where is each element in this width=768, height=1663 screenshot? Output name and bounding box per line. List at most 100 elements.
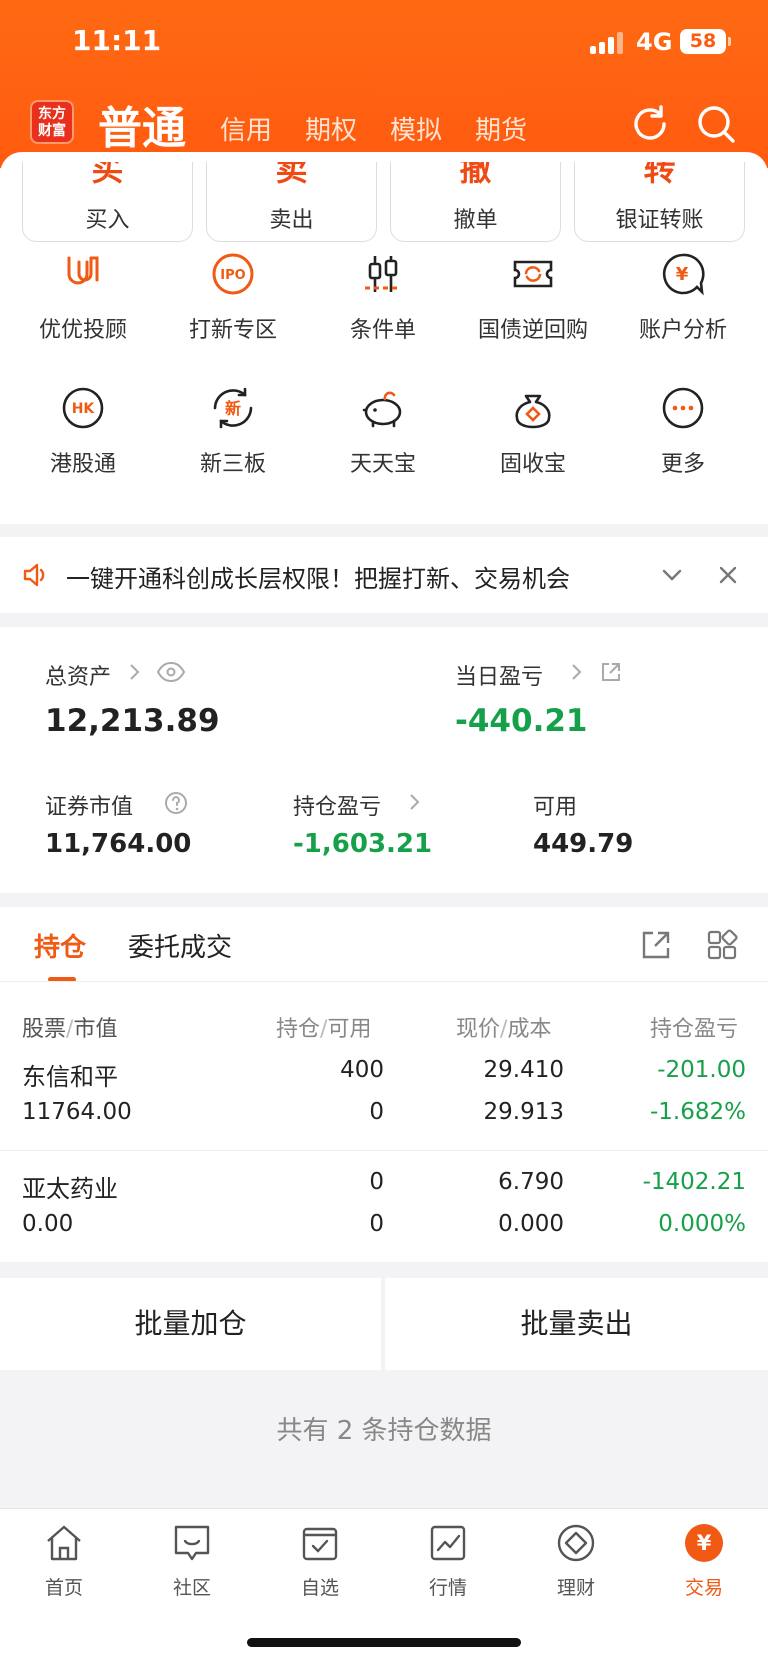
tab-futures[interactable]: 期货 bbox=[475, 110, 527, 147]
func-tiantianbao[interactable]: 天天宝 bbox=[308, 386, 458, 496]
svg-text:¥: ¥ bbox=[676, 264, 689, 285]
account-type-nav: 东方 财富 普通 信用 期权 模拟 期货 bbox=[0, 88, 768, 158]
new-board-icon: 新 bbox=[211, 386, 255, 430]
func-new-third-board[interactable]: 新 新三板 bbox=[158, 386, 308, 496]
svg-text:¥: ¥ bbox=[697, 1531, 712, 1555]
quick-actions-card: 买 买入 卖 卖出 撤 撤单 转 银证转账 优优投顾 IPO 打新专区 条件单 … bbox=[0, 152, 768, 524]
ipo-icon: IPO bbox=[211, 252, 255, 296]
market-icon bbox=[428, 1523, 468, 1563]
stock-market-value: 0.00 bbox=[22, 1211, 74, 1237]
cancel-order-button[interactable]: 撤 撤单 bbox=[390, 162, 561, 242]
divider bbox=[0, 981, 768, 982]
close-icon[interactable] bbox=[716, 563, 740, 587]
stock-price: 29.410 bbox=[483, 1057, 564, 1083]
battery-icon: 58 bbox=[680, 29, 731, 54]
stock-market-value: 11764.00 bbox=[22, 1099, 132, 1125]
chevron-right-icon[interactable] bbox=[128, 663, 142, 681]
stock-available: 0 bbox=[369, 1099, 384, 1125]
stock-pl: -201.00 bbox=[657, 1057, 746, 1083]
stock-pl: -1402.21 bbox=[642, 1169, 746, 1195]
stock-position: 400 bbox=[340, 1057, 384, 1083]
chevron-down-icon[interactable] bbox=[660, 563, 684, 587]
external-link-icon[interactable] bbox=[640, 929, 672, 961]
status-time: 11:11 bbox=[72, 24, 162, 57]
candlestick-icon bbox=[361, 252, 405, 296]
svg-text:新: 新 bbox=[225, 399, 241, 418]
youyou-icon bbox=[61, 252, 105, 296]
tab-simulate[interactable]: 模拟 bbox=[390, 110, 442, 147]
tab-market[interactable]: 行情 bbox=[384, 1523, 512, 1613]
repo-ticket-icon bbox=[511, 252, 555, 296]
available-value: 449.79 bbox=[533, 829, 634, 859]
tab-orders-trades[interactable]: 委托成交 bbox=[128, 927, 232, 964]
func-account-analysis[interactable]: ¥ 账户分析 bbox=[608, 252, 758, 362]
func-treasury-repo[interactable]: 国债逆回购 bbox=[458, 252, 608, 362]
total-assets-label[interactable]: 总资产 bbox=[45, 659, 111, 691]
wealth-icon bbox=[556, 1523, 596, 1563]
tab-normal[interactable]: 普通 bbox=[98, 92, 186, 156]
col-position[interactable]: 持仓/可用 bbox=[276, 1011, 371, 1043]
tab-home[interactable]: 首页 bbox=[0, 1523, 128, 1613]
tab-options[interactable]: 期权 bbox=[305, 110, 357, 147]
daily-pl-value: -440.21 bbox=[455, 703, 588, 739]
money-bag-icon bbox=[511, 386, 555, 430]
sell-button[interactable]: 卖 卖出 bbox=[206, 162, 377, 242]
batch-sell-button[interactable]: 批量卖出 bbox=[385, 1278, 768, 1370]
help-icon[interactable] bbox=[164, 791, 188, 815]
status-bar: 11:11 4G 58 bbox=[0, 0, 768, 84]
eye-icon[interactable] bbox=[156, 661, 186, 683]
chevron-right-icon[interactable] bbox=[408, 793, 422, 811]
tab-community[interactable]: 社区 bbox=[128, 1523, 256, 1613]
stock-name: 亚太药业 bbox=[22, 1175, 118, 1203]
chevron-right-icon[interactable] bbox=[570, 663, 584, 681]
func-hk-connect[interactable]: HK 港股通 bbox=[8, 386, 158, 496]
holdings-panel: 持仓 委托成交 股票/市值 持仓/可用 现价/成本 持仓盈亏 东信和平 1176… bbox=[0, 907, 768, 1262]
search-icon[interactable] bbox=[694, 102, 738, 146]
batch-add-button[interactable]: 批量加仓 bbox=[0, 1278, 381, 1370]
app-header: 11:11 4G 58 东方 财富 普通 信用 期权 模拟 期货 bbox=[0, 0, 768, 168]
tab-watchlist[interactable]: 自选 bbox=[256, 1523, 384, 1613]
assets-summary: 总资产 12,213.89 当日盈亏 -440.21 证券市值 11,764.0… bbox=[0, 627, 768, 893]
buy-button[interactable]: 买 买入 bbox=[22, 162, 193, 242]
col-stock[interactable]: 股票/市值 bbox=[22, 1011, 117, 1043]
notice-text[interactable]: 一键开通科创成长层权限！把握打新、交易机会 bbox=[66, 559, 570, 594]
tab-positions[interactable]: 持仓 bbox=[34, 927, 86, 964]
share-icon[interactable] bbox=[600, 661, 622, 683]
stock-position: 0 bbox=[369, 1169, 384, 1195]
trade-yuan-icon: ¥ bbox=[684, 1523, 724, 1563]
stock-cost: 0.000 bbox=[498, 1211, 564, 1237]
bank-transfer-button[interactable]: 转 银证转账 bbox=[574, 162, 745, 242]
func-more[interactable]: 更多 bbox=[608, 386, 758, 496]
func-gushoubao[interactable]: 固收宝 bbox=[458, 386, 608, 496]
stock-name: 东信和平 bbox=[22, 1063, 118, 1091]
col-price[interactable]: 现价/成本 bbox=[456, 1011, 551, 1043]
tab-wealth[interactable]: 理财 bbox=[512, 1523, 640, 1613]
refresh-icon[interactable] bbox=[628, 102, 672, 146]
home-indicator[interactable] bbox=[247, 1638, 521, 1647]
notice-bar[interactable]: 一键开通科创成长层权限！把握打新、交易机会 bbox=[0, 537, 768, 613]
position-pl-label[interactable]: 持仓盈亏 bbox=[293, 789, 381, 821]
speaker-icon bbox=[22, 561, 50, 589]
tab-credit[interactable]: 信用 bbox=[220, 110, 272, 147]
total-assets-value: 12,213.89 bbox=[45, 703, 220, 739]
func-conditional-order[interactable]: 条件单 bbox=[308, 252, 458, 362]
app-logo: 东方 财富 bbox=[30, 100, 74, 144]
col-pl[interactable]: 持仓盈亏 bbox=[650, 1011, 768, 1043]
more-icon bbox=[661, 386, 705, 430]
stock-pl-pct: -1.682% bbox=[650, 1099, 746, 1125]
position-pl-value: -1,603.21 bbox=[293, 829, 433, 859]
yuan-chat-icon: ¥ bbox=[661, 252, 705, 296]
hk-icon: HK bbox=[61, 386, 105, 430]
available-label: 可用 bbox=[533, 795, 578, 820]
stock-cost: 29.913 bbox=[483, 1099, 564, 1125]
grid-view-icon[interactable] bbox=[706, 929, 738, 961]
func-youyou-advisor[interactable]: 优优投顾 bbox=[8, 252, 158, 362]
func-ipo-zone[interactable]: IPO 打新专区 bbox=[158, 252, 308, 362]
community-icon bbox=[172, 1523, 212, 1563]
svg-text:IPO: IPO bbox=[220, 268, 245, 283]
tab-trade[interactable]: ¥ 交易 bbox=[640, 1523, 768, 1613]
home-icon bbox=[44, 1523, 84, 1563]
network-type: 4G bbox=[636, 28, 673, 56]
daily-pl-label[interactable]: 当日盈亏 bbox=[455, 659, 543, 691]
signal-icon bbox=[590, 30, 626, 54]
